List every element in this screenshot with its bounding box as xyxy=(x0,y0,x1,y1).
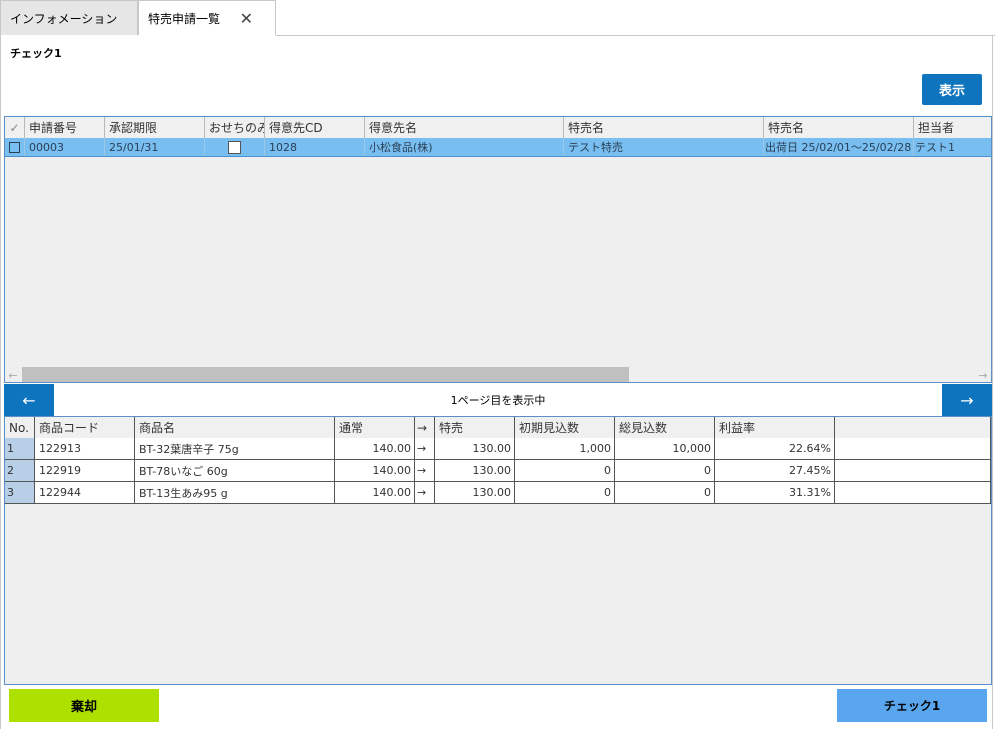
select-all-check-icon[interactable]: ✓ xyxy=(5,117,25,138)
scrollbar-thumb[interactable] xyxy=(22,367,629,382)
col-header-product-name[interactable]: 商品名 xyxy=(135,417,335,438)
section-title: チェック1 xyxy=(10,47,62,60)
cell-arrow: → xyxy=(415,482,435,503)
cell-initial-estimate: 1,000 xyxy=(515,438,615,459)
tab-label: インフォメーション xyxy=(10,11,118,26)
table-row[interactable]: 3 122944 BT-13生あみ95 g 140.00 → 130.00 0 … xyxy=(5,482,991,504)
grid-header: ✓ 申請番号 承認期限 おせちのみ 得意先CD 得意先名 特売名 特売名 担当者 xyxy=(5,117,991,139)
tab-bar: インフォメーション 特売申請一覧 ✕ xyxy=(0,0,995,36)
col-header-application-no[interactable]: 申請番号 xyxy=(25,117,105,138)
cell-initial-estimate: 0 xyxy=(515,460,615,481)
col-header-no[interactable]: No. xyxy=(5,417,35,438)
cell-margin: 22.64% xyxy=(715,438,835,459)
cell-no: 3 xyxy=(5,482,35,503)
cell-staff: テスト1 xyxy=(914,138,991,156)
cell-blank xyxy=(835,482,991,503)
col-header-customer-name[interactable]: 得意先名 xyxy=(365,117,564,138)
cell-initial-estimate: 0 xyxy=(515,482,615,503)
osechi-checkbox[interactable] xyxy=(228,140,241,154)
application-grid: ✓ 申請番号 承認期限 おせちのみ 得意先CD 得意先名 特売名 特売名 担当者… xyxy=(4,116,992,383)
cell-no: 1 xyxy=(5,438,35,459)
col-header-deadline[interactable]: 承認期限 xyxy=(105,117,205,138)
next-page-button[interactable]: → xyxy=(942,384,992,416)
col-header-blank xyxy=(835,417,991,438)
cell-sale-price: 130.00 xyxy=(435,460,515,481)
col-header-sale-period[interactable]: 特売名 xyxy=(764,117,914,138)
table-row[interactable]: 2 122919 BT-78いなご 60g 140.00 → 130.00 0 … xyxy=(5,460,991,482)
cell-sale-period: 出荷日 25/02/01～25/02/28 xyxy=(764,138,914,156)
cell-arrow: → xyxy=(415,460,435,481)
cell-normal-price: 140.00 xyxy=(335,482,415,503)
col-header-normal-price[interactable]: 通常 xyxy=(335,417,415,438)
col-header-staff[interactable]: 担当者 xyxy=(914,117,991,138)
cell-arrow: → xyxy=(415,438,435,459)
cell-blank xyxy=(835,438,991,459)
show-button[interactable]: 表示 xyxy=(922,74,982,105)
tab-sale-application-list[interactable]: 特売申請一覧 ✕ xyxy=(138,0,276,35)
cell-blank xyxy=(835,460,991,481)
cell-sale-name: テスト特売 xyxy=(564,138,764,156)
prev-page-button[interactable]: ← xyxy=(4,384,54,416)
cell-customer-cd: 1028 xyxy=(265,138,365,156)
cell-margin: 31.31% xyxy=(715,482,835,503)
product-grid: No. 商品コード 商品名 通常 → 特売 初期見込数 総見込数 利益率 1 1… xyxy=(4,416,992,685)
cell-total-estimate: 0 xyxy=(615,460,715,481)
check1-button[interactable]: チェック1 xyxy=(837,689,987,722)
close-icon[interactable]: ✕ xyxy=(240,9,253,28)
cell-sale-price: 130.00 xyxy=(435,482,515,503)
cell-application-no: 00003 xyxy=(25,138,105,156)
cell-product-name: BT-13生あみ95 g xyxy=(135,482,335,503)
grid-header: No. 商品コード 商品名 通常 → 特売 初期見込数 総見込数 利益率 xyxy=(5,417,991,439)
cell-product-code: 122944 xyxy=(35,482,135,503)
cell-product-name: BT-78いなご 60g xyxy=(135,460,335,481)
cell-normal-price: 140.00 xyxy=(335,438,415,459)
col-header-total-estimate[interactable]: 総見込数 xyxy=(615,417,715,438)
cell-customer-name: 小松食品(株) xyxy=(365,138,564,156)
page-indicator: 1ページ目を表示中 xyxy=(450,394,546,407)
col-header-margin[interactable]: 利益率 xyxy=(715,417,835,438)
reject-button[interactable]: 棄却 xyxy=(9,689,159,722)
cell-total-estimate: 0 xyxy=(615,482,715,503)
col-header-initial-estimate[interactable]: 初期見込数 xyxy=(515,417,615,438)
cell-product-code: 122913 xyxy=(35,438,135,459)
table-row[interactable]: 00003 25/01/31 1028 小松食品(株) テスト特売 出荷日 25… xyxy=(5,138,991,157)
table-row[interactable]: 1 122913 BT-32葉唐辛子 75g 140.00 → 130.00 1… xyxy=(5,438,991,460)
pager: 1ページ目を表示中 ← → xyxy=(4,384,992,416)
horizontal-scrollbar[interactable]: ← → xyxy=(5,367,991,382)
cell-margin: 27.45% xyxy=(715,460,835,481)
scroll-left-icon[interactable]: ← xyxy=(5,367,21,382)
tab-information[interactable]: インフォメーション xyxy=(0,0,138,35)
col-header-sale-price[interactable]: 特売 xyxy=(435,417,515,438)
col-header-product-code[interactable]: 商品コード xyxy=(35,417,135,438)
col-header-osechi[interactable]: おせちのみ xyxy=(205,117,265,138)
cell-no: 2 xyxy=(5,460,35,481)
cell-deadline: 25/01/31 xyxy=(105,138,205,156)
col-header-customer-cd[interactable]: 得意先CD xyxy=(265,117,365,138)
cell-product-code: 122919 xyxy=(35,460,135,481)
cell-normal-price: 140.00 xyxy=(335,460,415,481)
scroll-right-icon[interactable]: → xyxy=(975,367,991,382)
cell-sale-price: 130.00 xyxy=(435,438,515,459)
col-header-arrow[interactable]: → xyxy=(415,417,435,438)
tab-label: 特売申請一覧 xyxy=(148,11,221,26)
row-checkbox[interactable] xyxy=(9,141,20,153)
cell-product-name: BT-32葉唐辛子 75g xyxy=(135,438,335,459)
cell-total-estimate: 10,000 xyxy=(615,438,715,459)
col-header-sale-name[interactable]: 特売名 xyxy=(564,117,764,138)
